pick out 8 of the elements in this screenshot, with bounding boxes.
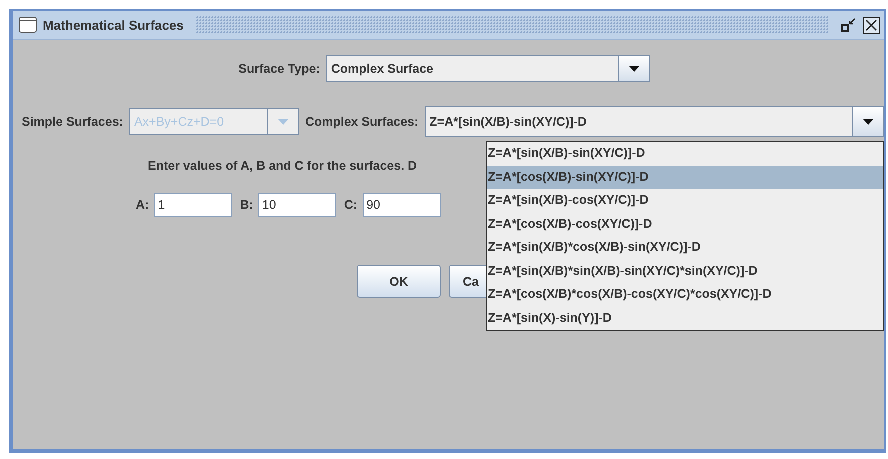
surface-type-label: Surface Type: [238,62,320,76]
field-label: B: [240,198,254,212]
simple-surfaces-label: Simple Surfaces: [22,114,124,128]
complex-surfaces-label: Complex Surfaces: [305,114,419,128]
instruction-text: Enter values of A, B and C for the surfaces. D [148,159,418,173]
field-label: C: [344,198,358,212]
window-title: Mathematical Surfaces [43,18,184,32]
field-label: A: [136,198,150,212]
